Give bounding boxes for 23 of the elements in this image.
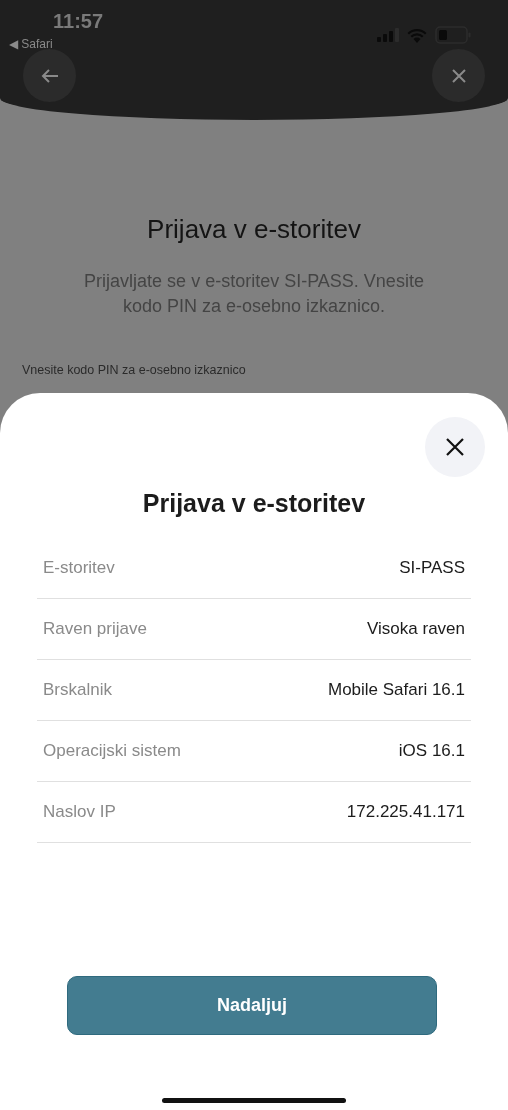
detail-value: SI-PASS [399, 558, 465, 578]
detail-value: 172.225.41.171 [346, 802, 465, 822]
sheet-title: Prijava v e-storitev [141, 489, 367, 518]
detail-value: Mobile Safari 16.1 [327, 680, 465, 700]
detail-label: Naslov IP [43, 802, 116, 822]
battery-icon [435, 26, 471, 44]
detail-value: Visoka raven [367, 619, 465, 639]
detail-value: iOS 16.1 [398, 741, 465, 761]
pin-field-label: Vnesite kodo PIN za e-osebno izkaznico [22, 363, 246, 377]
detail-label: Operacijski sistem [43, 741, 181, 761]
page-title: Prijava v e-storitev [147, 214, 361, 245]
continue-button[interactable]: Nadaljuj [67, 976, 437, 1035]
detail-label: E-storitev [43, 558, 115, 578]
detail-label: Brskalnik [43, 680, 112, 700]
status-time: 11:57 [53, 10, 104, 32]
page-description: Prijavljate se v e-storitev SI-PASS. Vnesite kodo PIN za e-osebno izkaznico. [83, 270, 425, 318]
back-to-app-link[interactable]: ◀ Safari [9, 37, 104, 51]
back-arrow-icon [39, 67, 60, 84]
signal-icon [377, 28, 399, 42]
back-button[interactable] [23, 49, 76, 102]
close-icon [445, 437, 465, 457]
close-icon [450, 67, 467, 84]
detail-label: Raven prijave [43, 619, 147, 639]
